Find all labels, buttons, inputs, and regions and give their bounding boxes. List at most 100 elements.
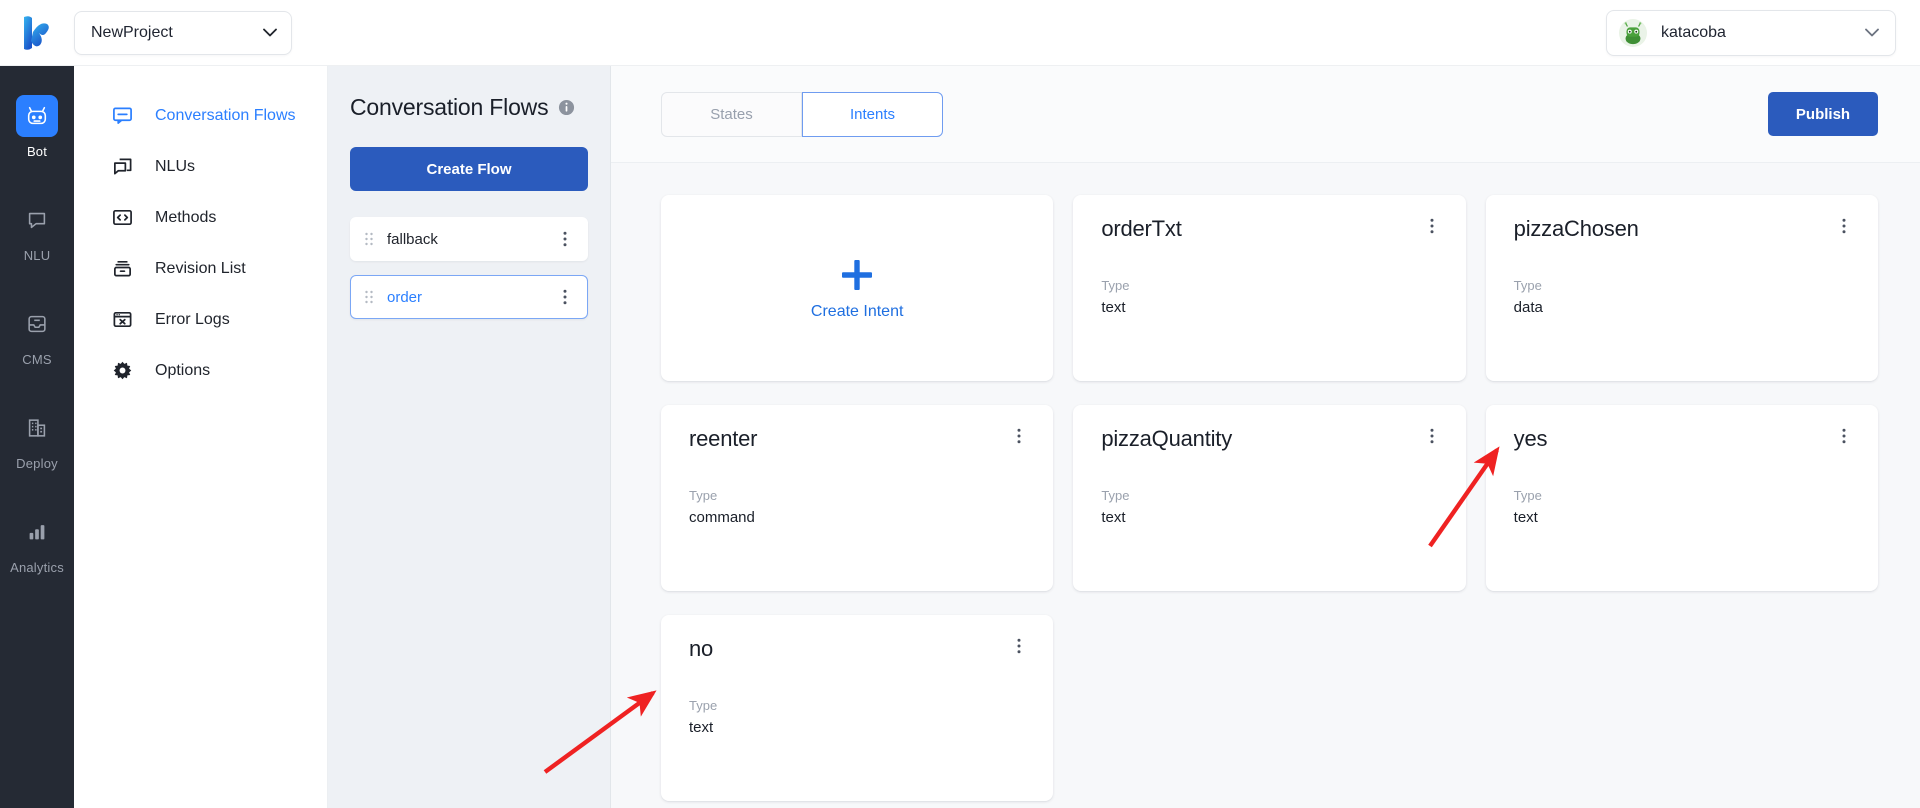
secondary-nav-menu: Conversation Flows NLUs Methods Revision… bbox=[74, 66, 328, 808]
flow-list-item-fallback[interactable]: fallback bbox=[350, 217, 588, 261]
chevron-down-icon bbox=[263, 28, 277, 37]
kebab-menu-icon[interactable] bbox=[1424, 427, 1440, 445]
intent-name: pizzaQuantity bbox=[1101, 426, 1233, 451]
intent-type-value: text bbox=[1101, 509, 1126, 527]
intent-name: orderTxt bbox=[1101, 216, 1182, 241]
rail-item-label: Analytics bbox=[10, 560, 64, 575]
tab-intents[interactable]: Intents bbox=[802, 91, 943, 137]
create-intent-card[interactable]: Create Intent bbox=[661, 195, 1054, 381]
rail-item-deploy[interactable]: Deploy bbox=[0, 396, 74, 480]
kebab-menu-icon[interactable] bbox=[1011, 427, 1027, 445]
code-icon bbox=[112, 207, 138, 228]
message-box-icon bbox=[112, 105, 138, 126]
intent-type-value: text bbox=[1101, 299, 1126, 317]
intent-type-label: Type bbox=[1513, 488, 1542, 504]
intent-type-value: command bbox=[689, 509, 755, 527]
rail-item-nlu[interactable]: NLU bbox=[0, 188, 74, 272]
intents-grid-scroll: Create Intent orderTxt Type text pizzaCh… bbox=[611, 163, 1920, 808]
page-title: Conversation Flows bbox=[350, 94, 549, 120]
intent-type-label: Type bbox=[1101, 488, 1130, 504]
intent-type-label: Type bbox=[689, 488, 718, 504]
intent-card-header: no bbox=[689, 637, 1027, 660]
intent-card-header: yes bbox=[1514, 427, 1852, 450]
flow-name: fallback bbox=[387, 230, 438, 248]
publish-button[interactable]: Publish bbox=[1768, 92, 1878, 136]
rail-item-cms[interactable]: CMS bbox=[0, 292, 74, 376]
user-account-selector[interactable]: katacoba bbox=[1606, 9, 1896, 56]
kebab-menu-icon[interactable] bbox=[557, 230, 573, 248]
kebab-menu-icon[interactable] bbox=[1836, 217, 1852, 235]
intent-card-no[interactable]: no Type text bbox=[661, 615, 1054, 801]
app-root: NewProject katacoba Bot NLU CMS Deploy A… bbox=[0, 0, 1920, 808]
sidebar-item-nlus[interactable]: NLUs bbox=[74, 141, 327, 192]
kebab-menu-icon[interactable] bbox=[1011, 637, 1027, 655]
chat-bubble-icon bbox=[16, 199, 58, 241]
intent-card-pizzaChosen[interactable]: pizzaChosen Type data bbox=[1485, 195, 1878, 381]
robot-avatar-icon bbox=[1620, 19, 1646, 46]
primary-nav-rail: Bot NLU CMS Deploy Analytics bbox=[0, 66, 74, 808]
building-icon bbox=[16, 407, 58, 449]
drag-handle-icon[interactable] bbox=[363, 231, 375, 247]
intent-card-header: orderTxt bbox=[1101, 217, 1439, 240]
sidebar-item-conversation-flows[interactable]: Conversation Flows bbox=[74, 90, 327, 141]
conversation-flows-panel: Conversation Flows Create Flow fallback bbox=[328, 66, 611, 808]
sidebar-item-label: Options bbox=[155, 361, 211, 379]
intent-type-label: Type bbox=[1513, 278, 1542, 294]
intent-name: reenter bbox=[689, 426, 758, 451]
tab-states[interactable]: States bbox=[661, 91, 802, 137]
intent-card-header: pizzaQuantity bbox=[1101, 427, 1439, 450]
intent-name: pizzaChosen bbox=[1513, 216, 1639, 241]
create-flow-button[interactable]: Create Flow bbox=[350, 147, 588, 191]
states-intents-toggle: States Intents bbox=[661, 91, 943, 137]
rail-item-analytics[interactable]: Analytics bbox=[0, 500, 74, 584]
sidebar-item-label: Conversation Flows bbox=[155, 106, 296, 124]
user-name: katacoba bbox=[1661, 23, 1726, 41]
intent-name: yes bbox=[1513, 426, 1548, 451]
top-bar: NewProject katacoba bbox=[0, 0, 1920, 66]
rail-item-bot[interactable]: Bot bbox=[0, 84, 74, 168]
chevron-down-icon bbox=[1865, 28, 1879, 37]
intents-grid: Create Intent orderTxt Type text pizzaCh… bbox=[661, 195, 1878, 801]
project-selector-value: NewProject bbox=[91, 23, 173, 41]
project-selector[interactable]: NewProject bbox=[74, 10, 292, 55]
main-content: States Intents Publish Create Intent ord… bbox=[611, 66, 1920, 808]
flow-name: order bbox=[387, 288, 423, 306]
kebab-menu-icon[interactable] bbox=[557, 288, 573, 306]
intent-card-yes[interactable]: yes Type text bbox=[1485, 405, 1878, 591]
layers-icon bbox=[112, 156, 138, 177]
flow-list-item-order[interactable]: order bbox=[350, 275, 588, 319]
sidebar-item-revision-list[interactable]: Revision List bbox=[74, 243, 327, 294]
flows-header: Conversation Flows bbox=[350, 94, 586, 121]
intent-card-reenter[interactable]: reenter Type command bbox=[661, 405, 1054, 591]
sidebar-item-label: NLUs bbox=[155, 157, 196, 175]
sidebar-item-label: Error Logs bbox=[155, 310, 230, 328]
body: Bot NLU CMS Deploy Analytics Conversatio… bbox=[0, 66, 1920, 808]
drag-handle-icon[interactable] bbox=[363, 289, 375, 305]
sidebar-item-methods[interactable]: Methods bbox=[74, 192, 327, 243]
sidebar-item-options[interactable]: Options bbox=[74, 345, 327, 396]
app-logo[interactable] bbox=[0, 13, 74, 53]
bar-chart-icon bbox=[16, 511, 58, 553]
kebab-menu-icon[interactable] bbox=[1424, 217, 1440, 235]
archive-icon bbox=[112, 258, 138, 279]
avatar bbox=[1619, 18, 1647, 47]
robot-icon bbox=[16, 95, 58, 137]
intent-card-header: reenter bbox=[689, 427, 1027, 450]
inbox-icon bbox=[16, 303, 58, 345]
rail-item-label: Deploy bbox=[16, 456, 58, 471]
gear-icon bbox=[112, 360, 138, 381]
k-logo-icon bbox=[24, 15, 49, 50]
intent-card-pizzaQuantity[interactable]: pizzaQuantity Type text bbox=[1073, 405, 1466, 591]
rail-item-label: Bot bbox=[26, 144, 48, 159]
intent-type-label: Type bbox=[689, 698, 718, 714]
main-toolbar: States Intents Publish bbox=[611, 66, 1920, 163]
error-window-icon bbox=[112, 309, 138, 330]
intent-type-label: Type bbox=[1101, 278, 1130, 294]
intent-card-orderTxt[interactable]: orderTxt Type text bbox=[1073, 195, 1466, 381]
create-intent-label: Create Intent bbox=[810, 303, 904, 320]
intent-type-value: text bbox=[1513, 509, 1538, 527]
kebab-menu-icon[interactable] bbox=[1836, 427, 1852, 445]
sidebar-item-error-logs[interactable]: Error Logs bbox=[74, 294, 327, 345]
plus-icon bbox=[842, 260, 873, 290]
info-icon[interactable] bbox=[558, 99, 575, 116]
